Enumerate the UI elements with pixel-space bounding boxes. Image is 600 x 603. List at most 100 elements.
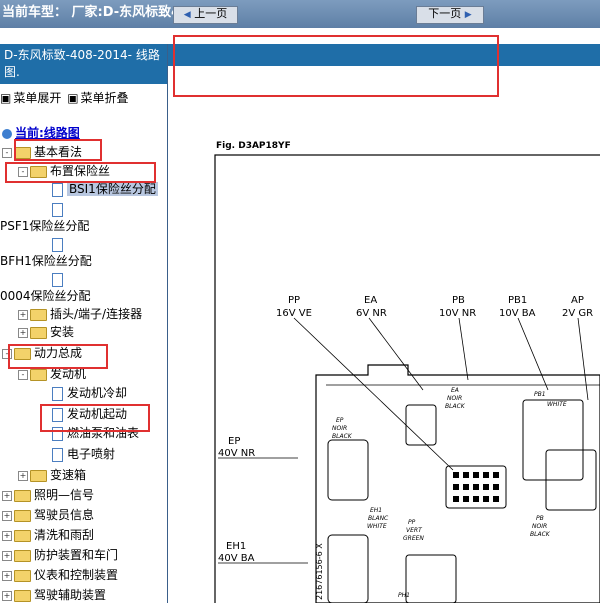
tree-item-driving-assist[interactable]: + 驾驶辅助装置 [2,586,106,603]
tree-item-connectors[interactable]: + 插头/端子/连接器 [18,305,142,323]
tree-item-label[interactable]: 驾驶员信息 [34,508,94,522]
inner-label: PB [536,515,544,522]
label-ep: EP [228,436,240,447]
document-icon [52,447,63,462]
tree-item-label[interactable]: 仪表和控制装置 [34,568,118,582]
tree-item-driver-info[interactable]: + 驾驶员信息 [2,506,94,524]
tree-item-label[interactable]: PSF1保险丝分配 [0,219,89,233]
tree-item-label[interactable]: 驾驶辅助装置 [34,588,106,602]
spec-eh1: 40V BA [218,553,255,564]
expand-icon[interactable]: ▣ [0,91,11,105]
tree-item-label[interactable]: 安装 [50,325,74,339]
tree-item-bfh1[interactable]: BFH1保险丝分配 [0,252,92,270]
tree-item-label[interactable]: BSI1保险丝分配 [67,182,158,196]
tree-item-label[interactable]: 照明—信号 [34,488,94,502]
prev-page-label: 上一页 [194,7,228,20]
doc-node[interactable] [52,235,67,253]
folder-icon [14,509,31,522]
tree-item-install[interactable]: + 安装 [18,323,74,341]
document-icon [52,182,63,197]
inner-label: EP [336,417,344,424]
wiring-diagram: PP 16V VE EA 6V NR PB 10V NR PB1 10V BA … [214,154,600,603]
connector-green [405,554,457,603]
document-icon [52,272,63,287]
inner-label: WHITE [367,523,387,530]
title-bar: 当前车型： 厂家:D-东风标致4082014 [0,0,600,28]
inner-label: PP [408,519,416,526]
expand-icon[interactable]: + [18,309,28,320]
annotation-box-nav [173,35,499,97]
inner-label: GREEN [403,535,424,542]
tree-item-0004[interactable]: 0004保险丝分配 [0,287,91,305]
folder-icon [14,489,31,502]
tree-item-wash-wipe[interactable]: + 清洗和雨刮 [2,526,94,544]
inner-label: PH1 [398,592,410,599]
tree-item-label[interactable]: 清洗和雨刮 [34,528,94,542]
collapse-icon[interactable]: - [2,147,12,158]
collapse-icon[interactable]: - [18,369,28,380]
left-tree-panel: D-东风标致-408-2014- 线路图. ▣ 菜单展开 ▣ 菜单折叠 当前:线路图… [0,44,168,603]
tree-item-label[interactable]: 发动机冷却 [67,386,127,400]
connector-eh1 [327,534,369,603]
inner-label: EA [451,387,459,394]
document-icon [52,386,63,401]
label-eh1: EH1 [226,541,246,552]
next-page-button[interactable]: 下一页 ▶ [416,6,484,24]
inner-label: NOIR [447,395,462,402]
label-pp: PP [288,295,300,306]
spec-ea: 6V NR [356,308,387,319]
panel-header: D-东风标致-408-2014- 线路图. [0,44,167,84]
tree-item-protection[interactable]: + 防护装置和车门 [2,546,118,564]
spec-pb: 10V NR [439,308,476,319]
inner-label: BLACK [445,403,466,410]
tree-item-instruments[interactable]: + 仪表和控制装置 [2,566,118,584]
tree-item-label[interactable]: 防护装置和车门 [34,548,118,562]
annotation-box-engine-start [40,404,150,432]
tree-item-engine-cooling[interactable]: 发动机冷却 [52,384,127,402]
tree-item-label[interactable]: BFH1保险丝分配 [0,254,92,268]
tree-item-lighting[interactable]: + 照明—信号 [2,486,94,504]
tree-item-injection[interactable]: 电子喷射 [52,445,115,463]
expand-icon[interactable]: + [2,510,12,521]
expand-menu-link[interactable]: 菜单展开 [13,91,61,105]
label-pb: PB [452,295,465,306]
expand-icon[interactable]: + [18,327,28,338]
tree-item-label[interactable]: 插头/端子/连接器 [50,307,142,321]
tree-item-label[interactable]: 变速箱 [50,468,86,482]
doc-node[interactable] [52,200,67,218]
collapse-icon[interactable]: ▣ [67,91,78,105]
folder-icon [30,308,47,321]
inner-label: BLANC [368,515,389,522]
prev-page-button[interactable]: ◀ 上一页 [173,6,238,24]
expand-icon[interactable]: + [2,550,12,561]
side-code: 21676156-6 X [315,543,324,600]
spec-ap: 2V GR [562,308,593,319]
menu-controls: ▣ 菜单展开 ▣ 菜单折叠 [0,89,131,106]
inner-label: WHITE [547,401,567,408]
expand-icon[interactable]: + [2,530,12,541]
spec-pb1: 10V BA [499,308,536,319]
tree-root-label[interactable]: 当前:线路图 [15,126,80,140]
tree-item-label[interactable]: 电子喷射 [67,447,115,461]
tree-item-gearbox[interactable]: + 变速箱 [18,466,86,484]
collapse-menu-link[interactable]: 菜单折叠 [81,91,129,105]
label-ea: EA [364,295,377,306]
expand-icon[interactable]: + [18,470,28,481]
label-pb1: PB1 [508,295,527,306]
doc-node[interactable] [52,270,67,288]
right-arrow-icon: ▶ [464,10,472,20]
tree-item-psf1[interactable]: PSF1保险丝分配 [0,217,89,235]
inner-label: BLACK [530,531,551,538]
folder-icon [14,529,31,542]
current-location-icon [2,128,12,139]
expand-icon[interactable]: + [2,490,12,501]
tree-item-label[interactable]: 发动机 [50,367,86,381]
tree-item-label[interactable]: 0004保险丝分配 [0,289,91,303]
folder-icon [30,326,47,339]
folder-icon [30,368,47,381]
inner-label: PB1 [534,391,546,398]
inner-label: VERT [406,527,423,534]
expand-icon[interactable]: + [2,570,12,581]
expand-icon[interactable]: + [2,590,12,601]
left-arrow-icon: ◀ [183,10,191,20]
